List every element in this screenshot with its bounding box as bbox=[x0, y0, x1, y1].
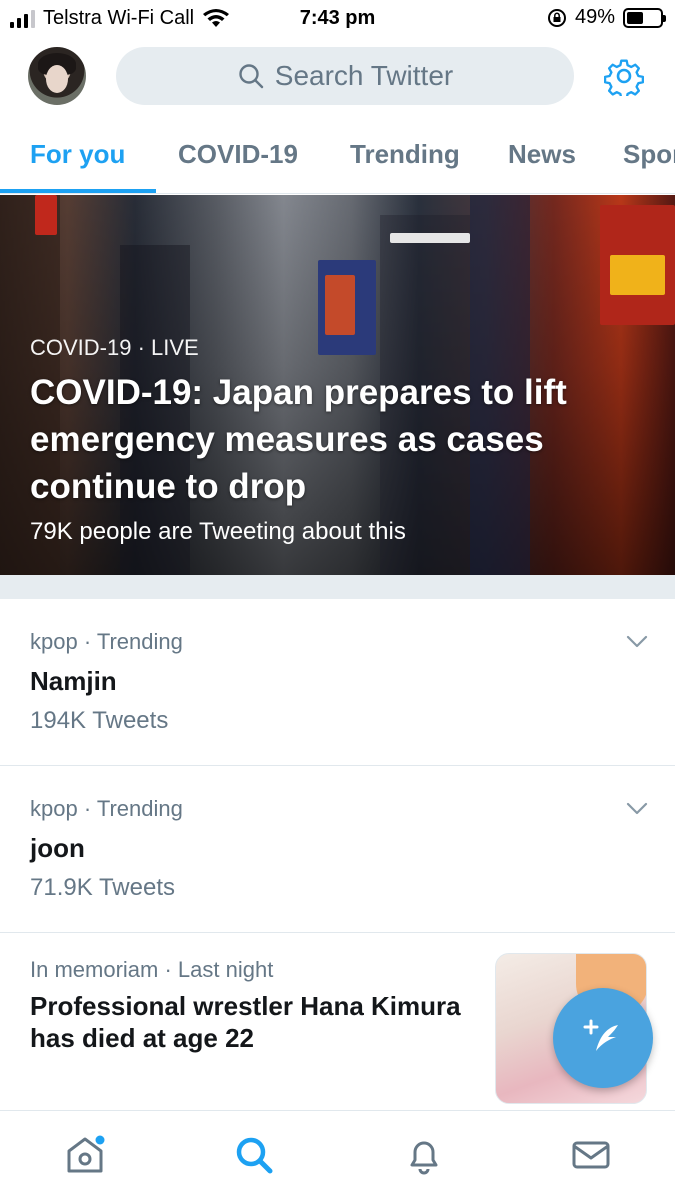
trend-count: 71.9K Tweets bbox=[30, 874, 175, 901]
hero-meta: 79K people are Tweeting about this bbox=[30, 518, 406, 545]
trend-item[interactable]: kpop · Trending Namjin 194K Tweets bbox=[0, 599, 675, 766]
hero-title: COVID-19: Japan prepares to lift emergen… bbox=[30, 373, 567, 506]
tab-sports[interactable]: Spor bbox=[623, 139, 675, 170]
news-title: Professional wrestler Hana Kimura has di… bbox=[30, 991, 461, 1053]
battery-percent: 49% bbox=[574, 6, 615, 28]
compose-feather-icon bbox=[583, 1019, 618, 1051]
news-context: In memoriam · Last night bbox=[30, 957, 274, 982]
section-divider bbox=[0, 575, 675, 599]
search-placeholder: Search Twitter bbox=[274, 60, 454, 91]
avatar[interactable] bbox=[28, 47, 86, 105]
compose-tweet-button[interactable] bbox=[553, 988, 653, 1088]
trend-name: Namjin bbox=[30, 666, 117, 696]
trend-name: joon bbox=[30, 833, 85, 863]
trend-item[interactable]: kpop · Trending joon 71.9K Tweets bbox=[0, 766, 675, 933]
tab-covid-19[interactable]: COVID-19 bbox=[178, 139, 298, 170]
tab-for-you[interactable]: For you bbox=[30, 139, 125, 170]
hero-story[interactable]: COVID-19 · LIVE COVID-19: Japan prepares… bbox=[0, 195, 675, 575]
orientation-lock-icon bbox=[547, 8, 566, 27]
hero-category: COVID-19 · LIVE bbox=[30, 335, 199, 360]
trend-context: kpop · Trending bbox=[30, 796, 183, 821]
bottom-navigation bbox=[0, 1110, 675, 1200]
tab-trending[interactable]: Trending bbox=[350, 139, 460, 170]
battery-icon bbox=[623, 7, 666, 28]
bell-icon[interactable] bbox=[402, 1133, 446, 1177]
tab-news[interactable]: News bbox=[508, 139, 576, 170]
active-tab-indicator bbox=[0, 189, 156, 193]
chevron-down-icon[interactable] bbox=[626, 635, 648, 649]
status-bar: Telstra Wi-Fi Call 7:43 pm 49% bbox=[0, 0, 675, 38]
hero-text: COVID-19 · LIVE COVID-19: Japan prepares… bbox=[30, 335, 650, 546]
top-header: Search Twitter bbox=[0, 45, 675, 107]
gear-icon[interactable] bbox=[604, 56, 644, 96]
explore-tabs: For you COVID-19 Trending News Spor bbox=[0, 120, 675, 194]
search-icon bbox=[239, 64, 263, 89]
mail-icon[interactable] bbox=[569, 1133, 613, 1177]
battery-area: 49% bbox=[547, 6, 666, 29]
chevron-down-icon[interactable] bbox=[626, 802, 648, 816]
home-icon[interactable] bbox=[63, 1133, 107, 1177]
search-input[interactable]: Search Twitter bbox=[116, 47, 574, 105]
trend-count: 194K Tweets bbox=[30, 707, 169, 734]
search-icon[interactable] bbox=[232, 1133, 276, 1177]
trend-context: kpop · Trending bbox=[30, 629, 183, 654]
